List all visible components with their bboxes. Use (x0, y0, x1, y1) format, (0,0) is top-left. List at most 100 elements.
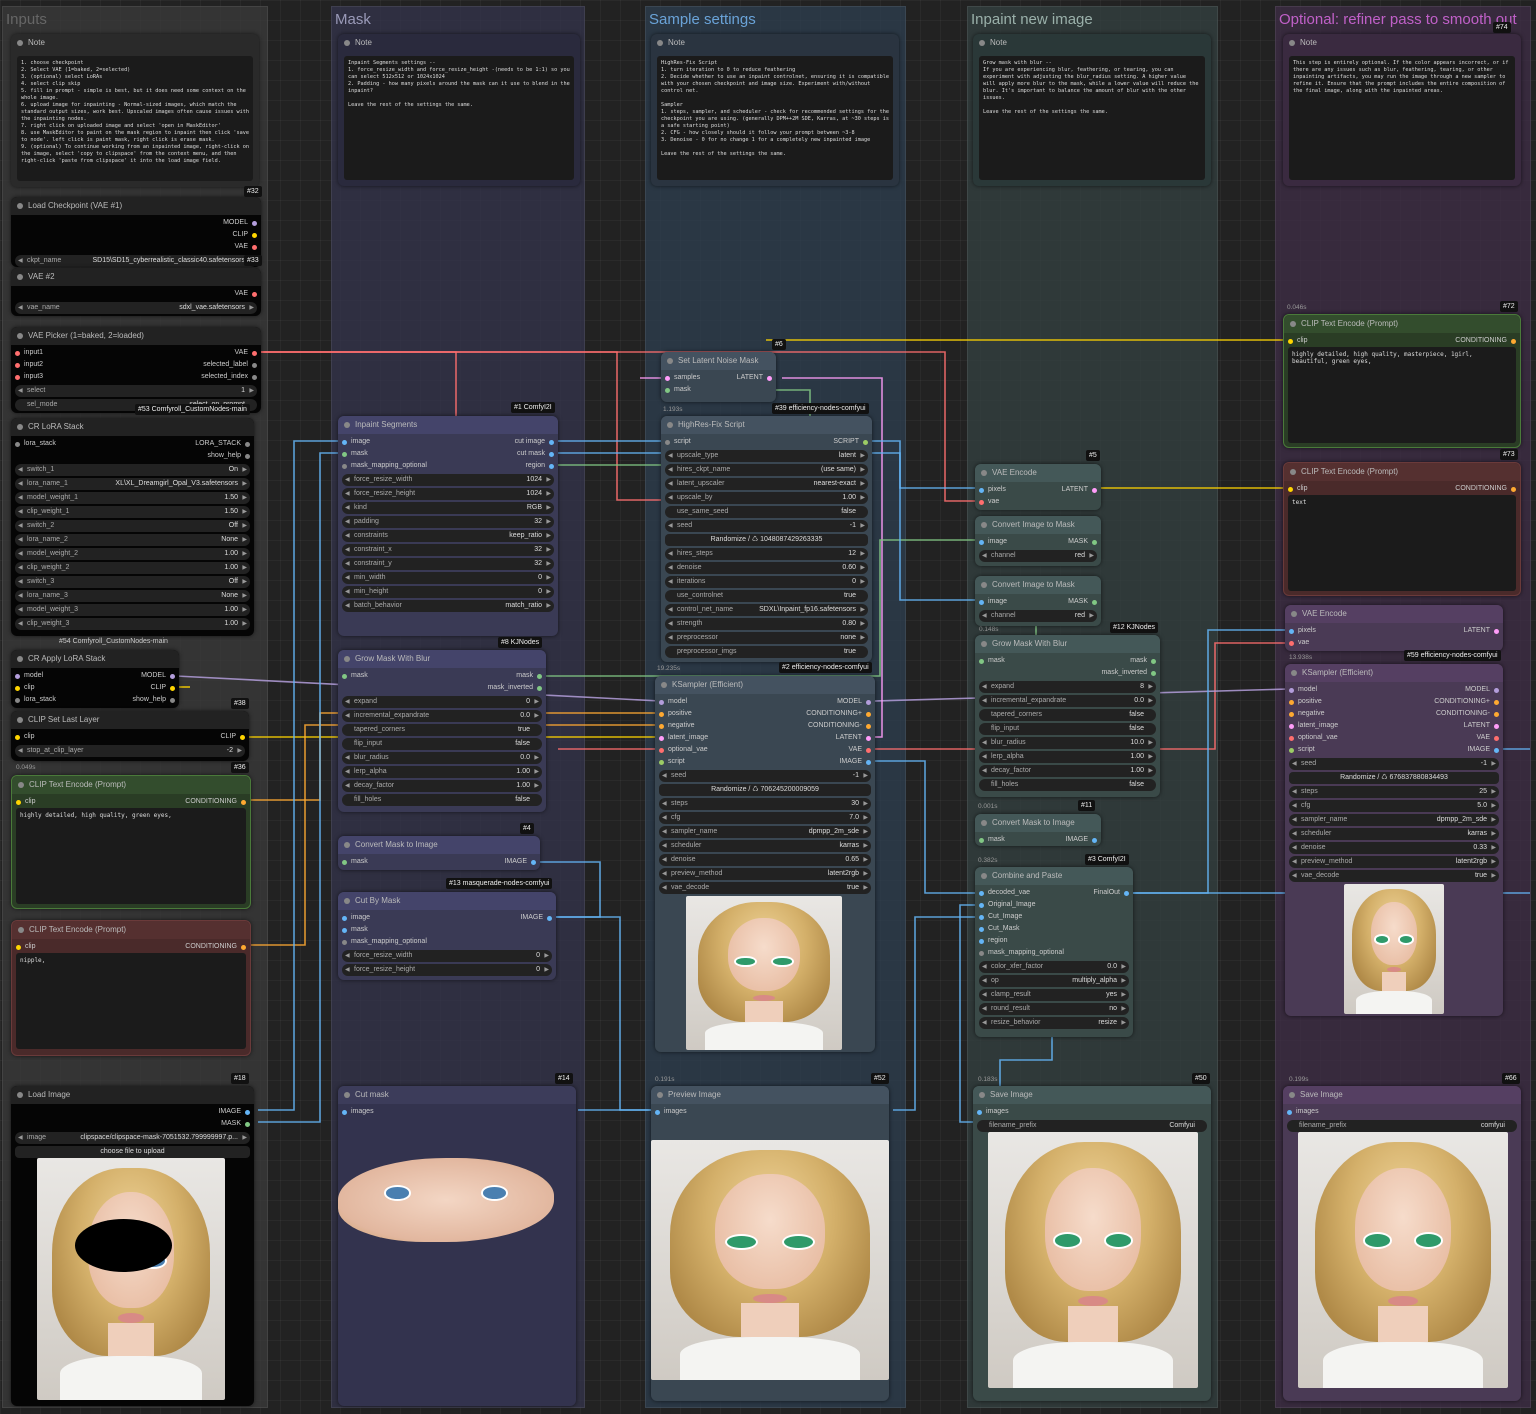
constraint-y-widget[interactable]: constraint_y 32 (342, 558, 554, 570)
output-port[interactable] (866, 735, 871, 741)
output-port[interactable] (866, 699, 871, 705)
pixels-input-port[interactable] (1289, 628, 1294, 634)
flip-input-widget[interactable]: flip_input false (979, 723, 1156, 735)
images-input-port[interactable] (977, 1109, 982, 1115)
latent-output-port[interactable] (1494, 628, 1499, 634)
mask-input-port[interactable] (342, 927, 347, 933)
node-highres-fix-script[interactable]: HighRes-Fix Script script SCRIPT upscale_… (661, 416, 872, 662)
latent-output-port[interactable] (1092, 487, 1097, 493)
hires-steps-widget[interactable]: hires_steps 12 (665, 548, 868, 560)
randomize-seed-button[interactable]: Randomize / ♺ 1048087429263335 (665, 534, 868, 546)
output-port[interactable] (537, 673, 542, 679)
upload-button[interactable]: choose file to upload (15, 1146, 250, 1158)
output-port[interactable] (170, 685, 175, 691)
input-port[interactable] (979, 926, 984, 932)
image-output-port[interactable] (245, 1109, 250, 1115)
expand-widget[interactable]: expand 8 (979, 681, 1156, 693)
force-resize-width-widget[interactable]: force_resize_width 0 (342, 950, 552, 962)
input-port[interactable] (979, 950, 984, 956)
tapered-corners-widget[interactable]: tapered_corners true (342, 724, 542, 736)
node-clip-text-positive[interactable]: CLIP Text Encode (Prompt) clip CONDITIONI… (11, 775, 251, 909)
switch-2-widget[interactable]: switch_2 Off (15, 520, 250, 532)
clip-input-port[interactable] (1288, 338, 1293, 344)
padding-widget[interactable]: padding 32 (342, 516, 554, 528)
output-port[interactable] (1494, 747, 1499, 753)
use-controlnet-toggle[interactable]: use_controlnet true (665, 590, 868, 602)
blur-radius-widget[interactable]: blur_radius 0.0 (342, 752, 542, 764)
mask-input-port[interactable] (979, 658, 984, 664)
node-save-image-2[interactable]: Save Image images filename_prefix comfyui (1283, 1086, 1521, 1401)
op-widget[interactable]: op multiply_alpha (979, 975, 1129, 987)
output-port[interactable] (866, 711, 871, 717)
output-port[interactable] (1494, 687, 1499, 693)
force-resize-width-widget[interactable]: force_resize_width 1024 (342, 474, 554, 486)
input-port[interactable] (659, 747, 664, 753)
output-port[interactable] (245, 441, 250, 447)
preview-method-widget[interactable]: preview_method latent2rgb (1289, 856, 1499, 868)
input-port[interactable] (1289, 735, 1294, 741)
lora-name-2-widget[interactable]: lora_name_2 None (15, 534, 250, 546)
seed-widget[interactable]: seed -1 (659, 770, 871, 782)
output-port[interactable] (245, 453, 250, 459)
note-text[interactable]: 1. choose checkpoint 2. Select VAE (1=ba… (17, 56, 253, 181)
node-ksampler-refiner[interactable]: KSampler (Efficient) model MODEL positive C… (1285, 664, 1503, 1016)
decay-factor-widget[interactable]: decay_factor 1.00 (979, 765, 1156, 777)
output-port[interactable] (170, 673, 175, 679)
input-port[interactable] (1289, 747, 1294, 753)
input-port[interactable] (659, 723, 664, 729)
note-text[interactable]: Grow mask with blur -- If you are experi… (979, 56, 1205, 180)
denoise-widget[interactable]: denoise 0.65 (659, 854, 871, 866)
mask-input-port[interactable] (665, 387, 670, 393)
image-input-port[interactable] (979, 539, 984, 545)
use-same-seed-toggle[interactable]: use_same_seed false (665, 506, 868, 518)
constraint-x-widget[interactable]: constraint_x 32 (342, 544, 554, 556)
image-combo[interactable]: image clipspace/clipspace-mask-7051532.79… (15, 1132, 250, 1144)
incremental-expandrate-widget[interactable]: incremental_expandrate 0.0 (342, 710, 542, 722)
output-port[interactable] (1494, 723, 1499, 729)
randomize-seed-button[interactable]: Randomize / ♺ 706245200009059 (659, 784, 871, 796)
output-port[interactable] (1124, 890, 1129, 896)
node-clip-text-refiner-positive[interactable]: CLIP Text Encode (Prompt) clip CONDITIONI… (1283, 314, 1521, 448)
select-number-widget[interactable]: select 1 (15, 385, 257, 397)
filename-prefix-input[interactable]: filename_prefix Comfyui (977, 1120, 1207, 1132)
sampler-name-widget[interactable]: sampler_name dpmpp_2m_sde (659, 826, 871, 838)
ckpt-name-combo[interactable]: ckpt_name SD15\SD15_cyberrealistic_classi… (15, 255, 257, 267)
node-load-image[interactable]: Load Image IMAGE MASK image clipspace/cli… (11, 1086, 254, 1406)
vae-decode-widget[interactable]: vae_decode true (1289, 870, 1499, 882)
filename-prefix-input[interactable]: filename_prefix comfyui (1287, 1120, 1517, 1132)
expand-widget[interactable]: expand 0 (342, 696, 542, 708)
lora-name-3-widget[interactable]: lora_name_3 None (15, 590, 250, 602)
node-combine-and-paste[interactable]: Combine and Paste decoded_vae FinalOut Ori… (975, 867, 1133, 1037)
denoise-widget[interactable]: denoise 0.33 (1289, 842, 1499, 854)
output-port[interactable] (537, 685, 542, 691)
input-port[interactable] (15, 362, 20, 368)
output-port[interactable] (1494, 711, 1499, 717)
node-vae-encode-1[interactable]: VAE Encode pixels LATENT vae (975, 464, 1101, 510)
switch-1-widget[interactable]: switch_1 On (15, 464, 250, 476)
clip-input-port[interactable] (15, 734, 20, 740)
output-port[interactable] (170, 697, 175, 703)
output-port[interactable] (866, 747, 871, 753)
image-output-port[interactable] (1092, 837, 1097, 843)
images-input-port[interactable] (342, 1109, 347, 1115)
image-input-port[interactable] (342, 915, 347, 921)
input-port[interactable] (659, 699, 664, 705)
image-input-port[interactable] (342, 439, 347, 445)
seed-widget[interactable]: seed -1 (665, 520, 868, 532)
round-result-widget[interactable]: round_result no (979, 1003, 1129, 1015)
negative-prompt-textarea[interactable]: nipple, (16, 953, 246, 1049)
model-output-port[interactable] (252, 220, 257, 226)
min-height-widget[interactable]: min_height 0 (342, 586, 554, 598)
output-port[interactable] (1151, 658, 1156, 664)
note-text[interactable]: This step is entirely optional. If the c… (1289, 56, 1515, 180)
node-vae-encode-2[interactable]: VAE Encode pixels LATENT vae (1285, 605, 1503, 651)
vae-input-port[interactable] (1289, 640, 1294, 646)
clamp-result-widget[interactable]: clamp_result yes (979, 989, 1129, 1001)
flip-input-widget[interactable]: flip_input false (342, 738, 542, 750)
mask-output-port[interactable] (1092, 539, 1097, 545)
scheduler-widget[interactable]: scheduler karras (659, 840, 871, 852)
input-port[interactable] (1289, 699, 1294, 705)
color-xfer-factor-widget[interactable]: color_xfer_factor 0.0 (979, 961, 1129, 973)
seed-widget[interactable]: seed -1 (1289, 758, 1499, 770)
input-port[interactable] (15, 685, 20, 691)
